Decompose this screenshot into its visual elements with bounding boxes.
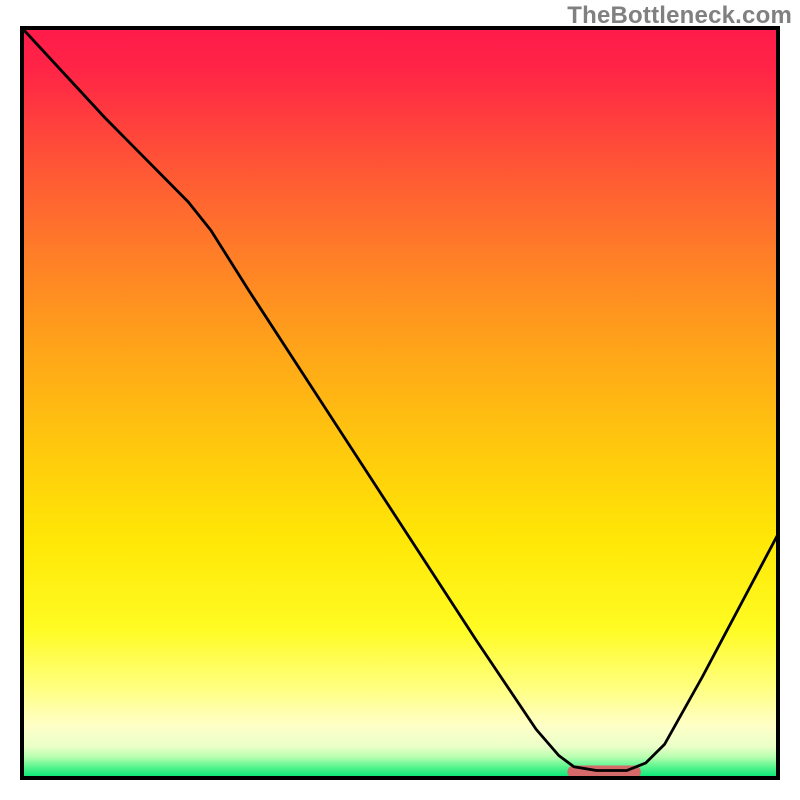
chart-background <box>22 28 778 778</box>
watermark-text: TheBottleneck.com <box>567 2 792 30</box>
chart-container: TheBottleneck.com <box>0 0 800 800</box>
chart-svg <box>0 0 800 800</box>
